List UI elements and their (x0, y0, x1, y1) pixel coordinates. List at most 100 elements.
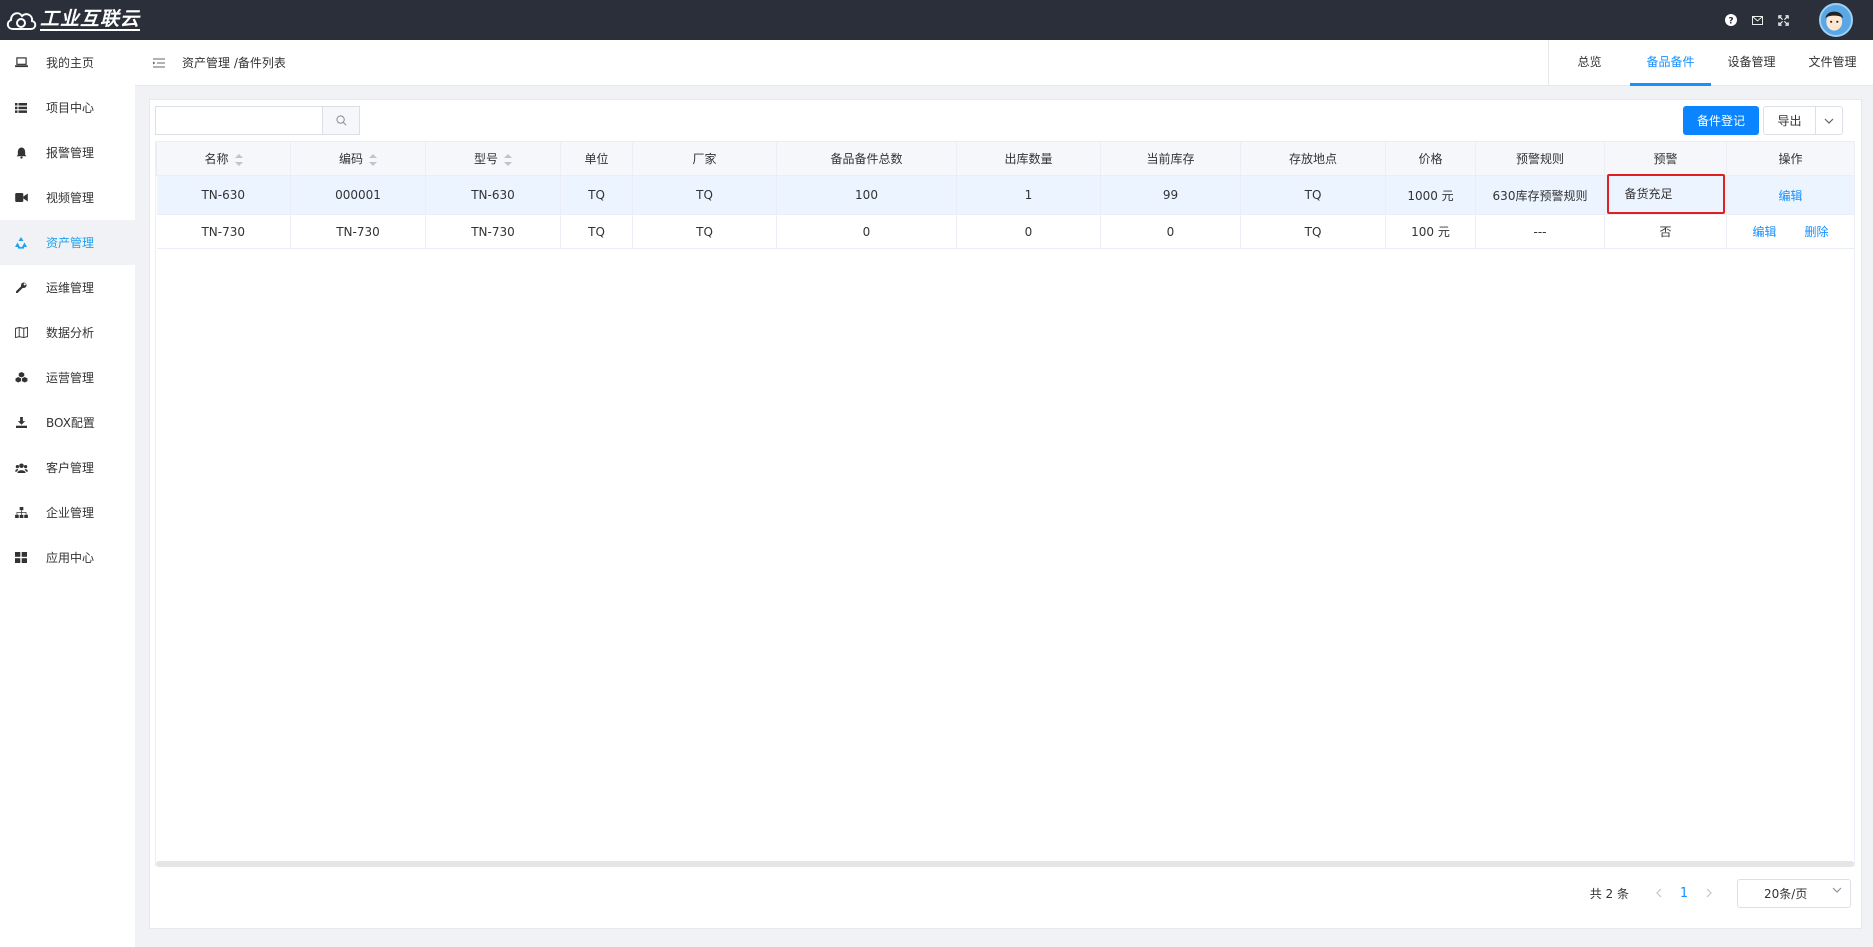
table-row[interactable]: TN-730 TN-730 TN-730 TQ TQ 0 0 0 TQ 100 … (156, 214, 1855, 249)
page-header: 资产管理 /备件列表 总览 备品备件 设备管理 文件管理 (135, 39, 1873, 86)
sidebar-item-box-config[interactable]: BOX配置 (0, 400, 135, 445)
sidebar-item-label: 运营管理 (46, 371, 95, 385)
search-input[interactable] (156, 107, 322, 134)
export-button[interactable]: 导出 (1764, 107, 1816, 134)
next-page-button[interactable] (1699, 883, 1719, 903)
chevron-down-icon (1824, 118, 1834, 124)
cell-stock: 0 (1100, 214, 1241, 249)
cell-model: TN-630 (425, 175, 561, 215)
sidebar-item-label: BOX配置 (46, 416, 95, 430)
sidebar-item-video[interactable]: 视频管理 (0, 175, 135, 220)
cell-code: TN-730 (290, 214, 426, 249)
search-box (155, 106, 360, 135)
edit-link[interactable]: 编辑 (1778, 189, 1802, 203)
sidebar-item-customers[interactable]: 客户管理 (0, 445, 135, 490)
sidebar-item-label: 项目中心 (46, 101, 95, 115)
sidebar-item-label: 应用中心 (46, 551, 95, 565)
export-dropdown: 导出 (1763, 106, 1843, 135)
column-header: 当前库存 (1100, 141, 1241, 176)
users-icon (14, 461, 28, 475)
chevron-right-icon (1706, 888, 1712, 898)
cell-warning: 否 (1604, 214, 1727, 249)
sidebar-item-projects[interactable]: 项目中心 (0, 85, 135, 130)
breadcrumb: 资产管理 /备件列表 (182, 56, 286, 70)
cell-total: 100 (776, 175, 957, 215)
register-part-button[interactable]: 备件登记 (1683, 106, 1759, 135)
cell-name: TN-630 (156, 175, 291, 215)
cell-name: TN-730 (156, 214, 291, 249)
page-number[interactable]: 1 (1669, 886, 1699, 901)
logo[interactable]: 工业互联云 (0, 0, 141, 40)
sidebar-item-label: 视频管理 (46, 191, 95, 205)
sidebar-item-alarms[interactable]: 报警管理 (0, 130, 135, 175)
sort-icon[interactable] (369, 153, 377, 166)
tab-overview[interactable]: 总览 (1549, 40, 1630, 86)
column-header: 预警规则 (1475, 141, 1605, 176)
bell-icon (14, 146, 28, 160)
mail-icon[interactable] (1751, 14, 1763, 26)
tab-files[interactable]: 文件管理 (1792, 40, 1873, 86)
help-icon[interactable]: ? (1725, 14, 1737, 26)
cell-unit: TQ (560, 214, 633, 249)
collapse-menu-icon[interactable] (152, 56, 166, 70)
parts-table: 名称 编码 型号 单位 厂家 备品备件总数 出库数量 当前库存 存放地点 价格 … (155, 141, 1855, 867)
logo-text: 工业互联云 (40, 8, 141, 31)
cell-price: 1000 元 (1385, 175, 1476, 215)
search-button[interactable] (322, 107, 359, 134)
pagination: 共 2 条 1 20条/页 (1590, 878, 1851, 908)
sidebar-item-label: 运维管理 (46, 281, 95, 295)
column-header[interactable]: 型号 (425, 141, 561, 176)
toolbar: 备件登记 导出 (155, 106, 1856, 136)
header-tabs: 总览 备品备件 设备管理 文件管理 (1548, 39, 1873, 86)
sidebar: 我的主页 项目中心 报警管理 视频管理 资产管理 运维管理 数据分析 运营管理 … (0, 40, 135, 947)
column-header-label: 名称 (204, 152, 229, 166)
edit-link[interactable]: 编辑 (1752, 225, 1776, 239)
column-header: 存放地点 (1240, 141, 1386, 176)
column-header: 出库数量 (956, 141, 1101, 176)
cell-vendor: TQ (632, 175, 777, 215)
sidebar-item-label: 资产管理 (46, 236, 95, 250)
prev-page-button[interactable] (1649, 883, 1669, 903)
sidebar-item-operations[interactable]: 运营管理 (0, 355, 135, 400)
cell-actions: 编辑 删除 (1726, 214, 1855, 249)
sidebar-item-home[interactable]: 我的主页 (0, 40, 135, 85)
top-bar: 工业互联云 ? (0, 0, 1873, 40)
fullscreen-icon[interactable] (1777, 14, 1789, 26)
table-row[interactable]: TN-630 000001 TN-630 TQ TQ 100 1 99 TQ 1… (156, 174, 1855, 215)
sort-icon[interactable] (234, 153, 243, 166)
cell-rule: --- (1475, 214, 1605, 249)
tab-spare-parts[interactable]: 备品备件 (1630, 40, 1711, 86)
cubes-icon (14, 371, 28, 385)
list-icon (14, 101, 28, 115)
sidebar-item-assets[interactable]: 资产管理 (0, 220, 135, 265)
sidebar-item-enterprise[interactable]: 企业管理 (0, 490, 135, 535)
sidebar-item-label: 数据分析 (46, 326, 95, 340)
cell-actions: 编辑 (1726, 175, 1855, 215)
page-size-value: 20条/页 (1764, 886, 1808, 901)
column-header-label: 编码 (338, 152, 363, 166)
total-count: 共 2 条 (1589, 886, 1629, 901)
delete-link[interactable]: 删除 (1805, 225, 1829, 239)
page-size-select[interactable]: 20条/页 (1737, 878, 1851, 908)
user-avatar[interactable] (1819, 3, 1853, 37)
cell-warning: 备货充足 (1604, 174, 1727, 215)
sort-icon[interactable] (504, 153, 512, 166)
cloud-logo-icon (6, 12, 37, 30)
horizontal-scrollbar[interactable] (156, 861, 1854, 867)
sidebar-item-analytics[interactable]: 数据分析 (0, 310, 135, 355)
sidebar-item-label: 客户管理 (46, 461, 95, 475)
cell-vendor: TQ (632, 214, 777, 249)
grid-icon (14, 551, 28, 565)
table-header-row: 名称 编码 型号 单位 厂家 备品备件总数 出库数量 当前库存 存放地点 价格 … (156, 141, 1855, 176)
sidebar-item-app-center[interactable]: 应用中心 (0, 535, 135, 580)
sidebar-item-maintenance[interactable]: 运维管理 (0, 265, 135, 310)
column-header[interactable]: 名称 (156, 141, 291, 176)
svg-text:?: ? (1728, 17, 1733, 27)
export-menu-toggle[interactable] (1816, 107, 1842, 134)
column-header[interactable]: 编码 (290, 141, 426, 176)
chevron-down-icon (1832, 887, 1842, 893)
tab-equipment[interactable]: 设备管理 (1711, 40, 1792, 86)
column-header: 操作 (1726, 141, 1855, 176)
cell-unit: TQ (560, 175, 633, 215)
content-card: 备件登记 导出 名称 编码 型号 单位 厂家 备品备件总数 出库数量 当前库存 … (149, 99, 1862, 929)
